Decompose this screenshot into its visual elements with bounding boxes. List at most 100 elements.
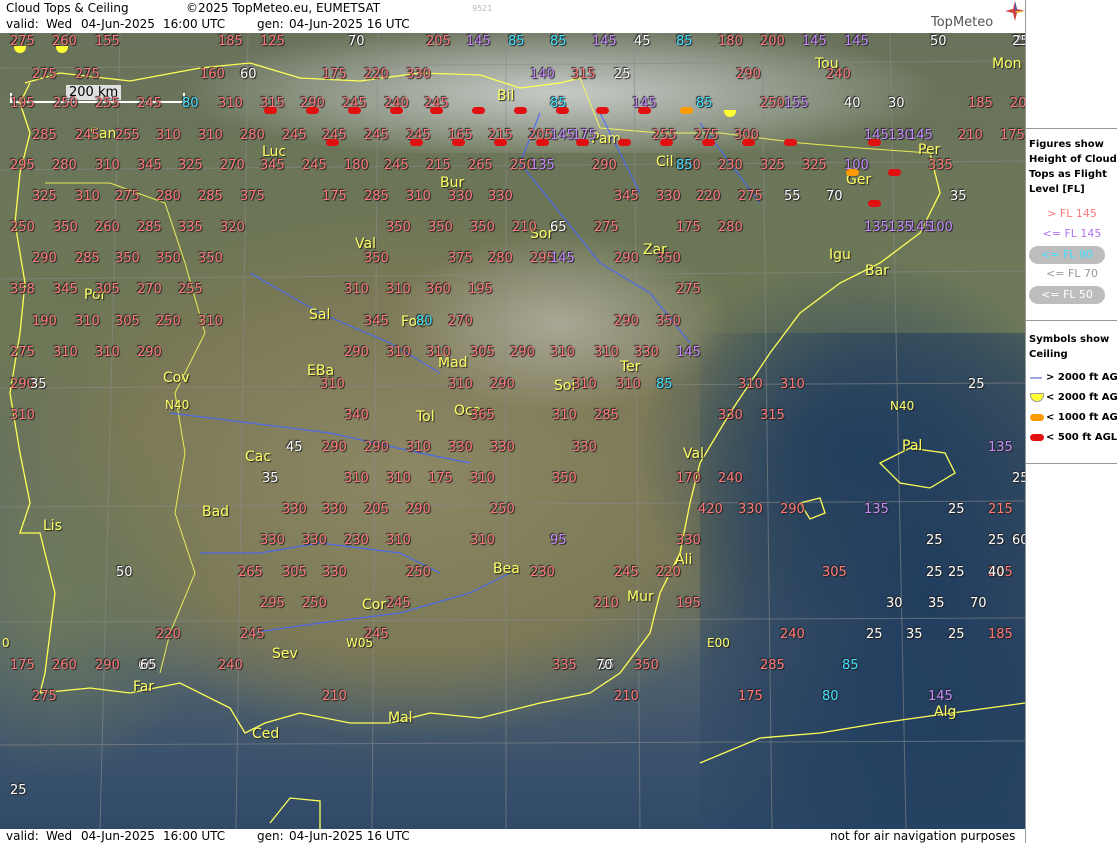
cloud-top-label: 270	[448, 314, 473, 329]
cloud-top-label: 310	[406, 440, 431, 455]
footer-valid-time: 16:00 UTC	[163, 829, 226, 843]
red-ceiling-icon	[514, 107, 527, 114]
cloud-top-label: 315	[571, 67, 596, 82]
cloud-top-label: 350	[198, 251, 223, 266]
topmeteo-logo: TopMeteo	[931, 15, 994, 30]
cloud-top-label: 315	[760, 408, 785, 423]
cloud-top-label: 85	[676, 158, 693, 173]
red-ceiling-icon	[264, 107, 277, 114]
cloud-top-label: 310	[470, 471, 495, 486]
red-ceiling-icon	[618, 139, 631, 146]
cloud-top-label: 155	[95, 34, 120, 49]
cloud-top-label: 255	[95, 96, 120, 111]
gen-label: gen:	[257, 17, 284, 31]
city-bea: Bea	[493, 561, 520, 577]
cloud-top-label: 145	[802, 34, 827, 49]
cloud-top-label: 285	[594, 408, 619, 423]
cloud-top-label: 245	[364, 128, 389, 143]
cloud-top-label: 230	[530, 565, 555, 580]
cloud-top-label: 135	[864, 220, 889, 235]
cloud-top-label: 290	[614, 314, 639, 329]
red-ceiling-icon	[888, 169, 901, 176]
cloud-top-label: 255	[178, 282, 203, 297]
cloud-top-label: 245	[614, 565, 639, 580]
cloud-top-label: 330	[406, 67, 431, 82]
cloud-top-label: 25	[1012, 34, 1025, 49]
red-ceiling-icon	[452, 139, 465, 146]
cloud-top-label: 290	[322, 440, 347, 455]
cloud-top-label: 50	[930, 34, 947, 49]
line-icon	[1030, 377, 1042, 379]
legend-divider-bottom	[1026, 463, 1117, 464]
frame-number: 9521	[472, 4, 493, 13]
cloud-top-label: 285	[760, 658, 785, 673]
cloud-top-label: 290	[344, 345, 369, 360]
cloud-top-label: 290	[736, 67, 761, 82]
cloud-top-label: 135	[864, 502, 889, 517]
city-mur: Mur	[627, 589, 654, 605]
city-bar: Bar	[865, 263, 889, 279]
red-ceiling-icon	[348, 107, 361, 114]
red-ceiling-icon	[430, 107, 443, 114]
legend-divider-mid	[1026, 320, 1117, 321]
cloud-top-label: 275	[75, 67, 100, 82]
cloud-top-label: 95	[550, 533, 567, 548]
cloud-top-label: 280	[52, 158, 77, 173]
legend-level-above-fl145: > FL 145	[1047, 207, 1097, 220]
cloud-top-label: 25	[948, 502, 965, 517]
city-ced: Ced	[252, 726, 280, 742]
cloud-top-label: 285	[198, 189, 223, 204]
cloud-top-label: 220	[364, 67, 389, 82]
cloud-top-label: 245	[75, 128, 100, 143]
city-cov: Cov	[163, 370, 190, 386]
legend-level-fl145: <= FL 145	[1042, 227, 1102, 240]
cloud-top-label: 275	[594, 220, 619, 235]
footer-gen-label: gen:	[257, 829, 284, 843]
cloud-top-label: 145	[928, 689, 953, 704]
cloud-top-label: 30	[886, 596, 903, 611]
cloud-top-label: 85	[550, 34, 567, 49]
valid-time: 16:00 UTC	[163, 17, 226, 31]
cloud-top-label: 310	[406, 189, 431, 204]
cloud-top-label: 245	[386, 596, 411, 611]
cloud-top-label: 250	[156, 314, 181, 329]
cloud-top-label: 310	[218, 96, 243, 111]
cloud-top-label: 245	[364, 627, 389, 642]
cloud-top-label: 310	[75, 314, 100, 329]
cloud-top-label: 240	[780, 627, 805, 642]
cloud-top-label: 250	[406, 565, 431, 580]
cloud-top-label: 265	[238, 565, 263, 580]
cloud-top-label: 280	[488, 251, 513, 266]
cloud-top-label: 145	[550, 251, 575, 266]
city-val-east: Val	[683, 446, 704, 462]
legend-level-fl50: <= FL 50	[1029, 286, 1105, 304]
cloud-top-label: 280	[718, 220, 743, 235]
coastline	[9, 62, 1025, 829]
grid-label-n40-east: N40	[890, 399, 915, 413]
cloud-top-label: 330	[302, 533, 327, 548]
cloud-top-label: 330	[656, 189, 681, 204]
yellow-semicircle-icon	[1030, 393, 1044, 402]
cloud-top-label: 40	[844, 96, 861, 111]
cloud-top-label: 285	[137, 220, 162, 235]
cloud-top-label: 210	[614, 689, 639, 704]
cloud-top-label: 335	[552, 658, 577, 673]
red-ceiling-icon	[596, 107, 609, 114]
cloud-top-label: 145	[466, 34, 491, 49]
satellite-map[interactable]: 200 km N40 N40 W05 E00 0 Tou Mon Bil San…	[0, 33, 1025, 829]
cloud-top-label: 245	[302, 158, 327, 173]
city-ter: Ter	[620, 359, 641, 375]
red-ceiling-icon	[472, 107, 485, 114]
cloud-top-label: 310	[552, 408, 577, 423]
cloud-top-label: 250	[302, 596, 327, 611]
cloud-top-label: 35	[906, 627, 923, 642]
cloud-top-label: 345	[137, 158, 162, 173]
cloud-top-label: 135	[530, 158, 555, 173]
cloud-top-label: 250	[490, 502, 515, 517]
cloud-top-label: 305	[95, 282, 120, 297]
red-ceiling-icon	[742, 139, 755, 146]
cloud-top-label: 275	[10, 345, 35, 360]
cloud-top-label: 290	[614, 251, 639, 266]
cloud-top-label: 85	[676, 34, 693, 49]
cloud-top-label: 330	[634, 345, 659, 360]
